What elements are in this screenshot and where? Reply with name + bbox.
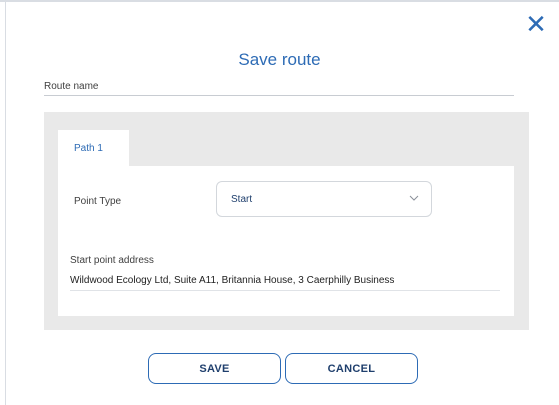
dialog-title: Save route (238, 50, 321, 69)
dialog-top-border (0, 0, 559, 2)
route-name-input[interactable] (44, 93, 514, 96)
save-button[interactable]: SAVE (148, 353, 281, 384)
point-type-label: Point Type (74, 196, 122, 207)
cancel-button[interactable]: CANCEL (285, 353, 418, 384)
path-panel: Path 1 Point Type Start Start point addr… (44, 112, 529, 330)
point-type-select[interactable]: Start (216, 181, 432, 217)
route-name-label: Route name (44, 81, 99, 92)
tab-content: Point Type Start Start point address (58, 166, 514, 316)
tab-label: Path 1 (74, 143, 103, 154)
start-address-input[interactable] (70, 270, 500, 291)
point-type-value: Start (231, 194, 253, 205)
tab-path-1[interactable]: Path 1 (58, 130, 129, 166)
chevron-down-icon (409, 195, 419, 201)
start-address-label: Start point address (70, 255, 154, 266)
close-icon[interactable]: ✕ (525, 12, 547, 38)
